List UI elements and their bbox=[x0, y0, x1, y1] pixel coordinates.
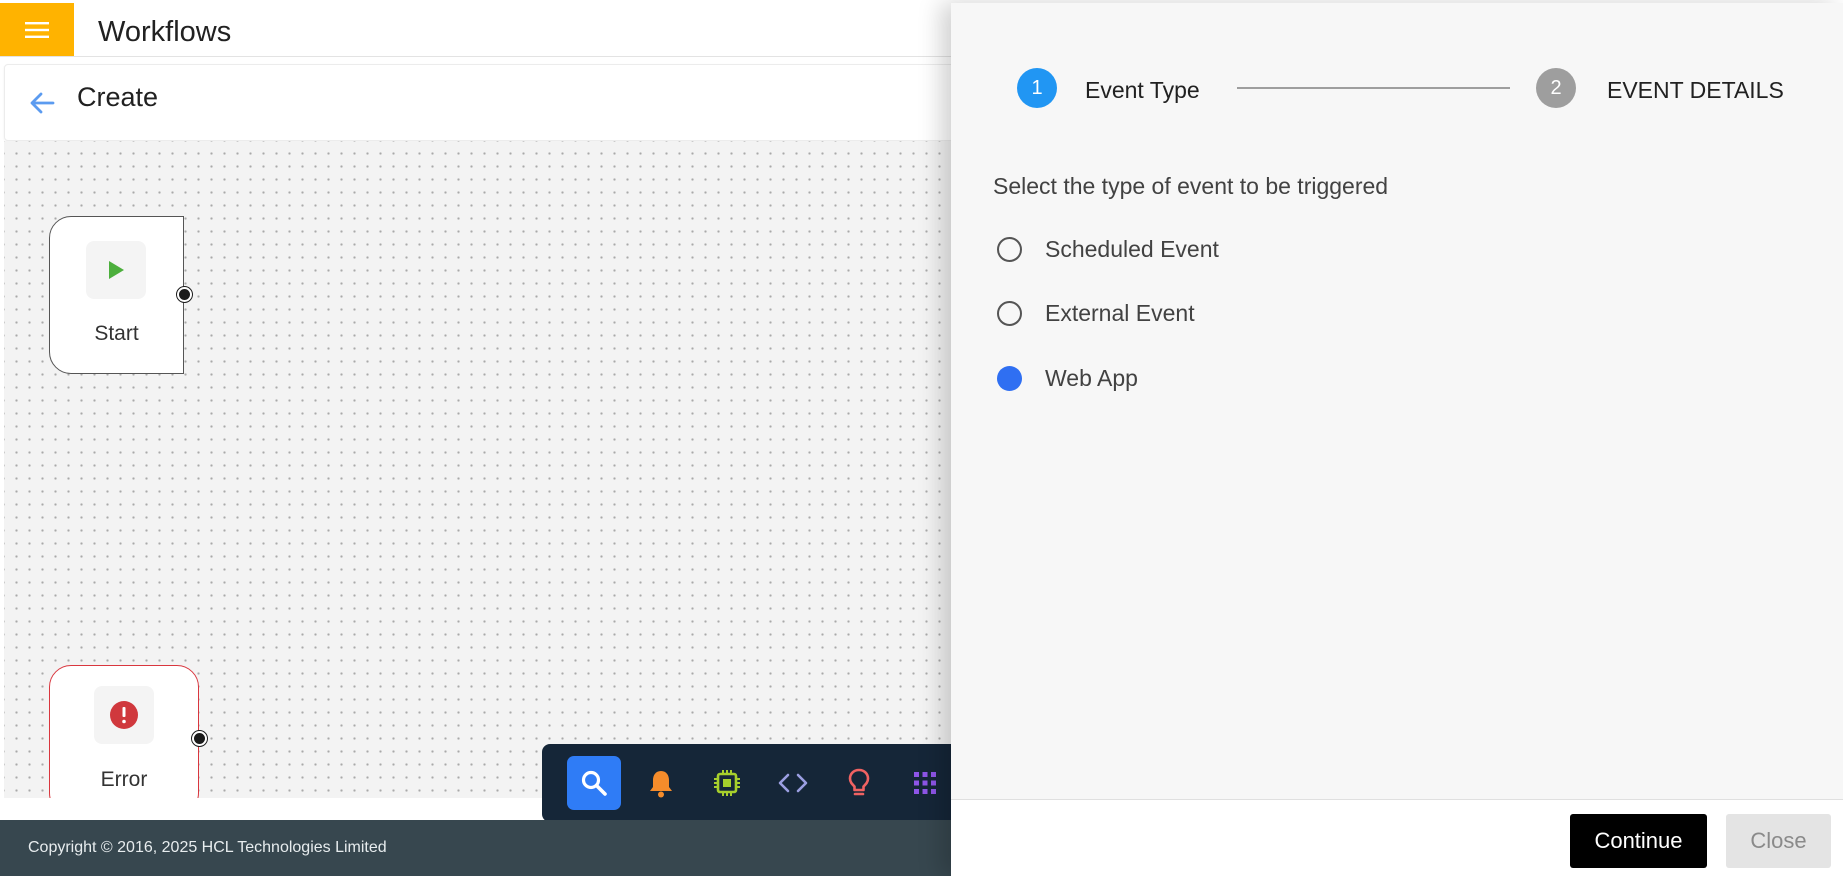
error-alert-icon bbox=[110, 701, 138, 729]
option-label: Web App bbox=[1045, 364, 1138, 391]
event-wizard-panel: 1 Event Type 2 EVENT DETAILS Select the … bbox=[951, 3, 1843, 876]
start-node-label: Start bbox=[94, 322, 139, 345]
panel-actions: Continue Close bbox=[951, 799, 1843, 876]
code-tool-button[interactable] bbox=[766, 756, 820, 810]
start-node[interactable]: Start bbox=[49, 216, 192, 374]
error-node[interactable]: Error bbox=[49, 665, 207, 798]
copyright-text: Copyright © 2016, 2025 HCL Technologies … bbox=[28, 839, 387, 856]
radio-button-checked[interactable] bbox=[997, 365, 1022, 391]
notifications-tool-button[interactable] bbox=[634, 756, 688, 810]
event-type-prompt: Select the type of event to be triggered bbox=[993, 173, 1389, 199]
step-1-label: Event Type bbox=[1085, 77, 1200, 103]
option-scheduled-event[interactable]: Scheduled Event bbox=[997, 232, 1219, 266]
search-tool-button[interactable] bbox=[567, 756, 621, 810]
radio-button[interactable] bbox=[997, 300, 1022, 326]
page-title: Create bbox=[77, 82, 159, 112]
apps-tool-button[interactable] bbox=[898, 756, 952, 810]
error-node-output-port[interactable] bbox=[192, 731, 207, 746]
play-icon bbox=[109, 261, 124, 279]
error-node-label: Error bbox=[100, 768, 148, 791]
integrations-tool-button[interactable] bbox=[700, 756, 754, 810]
menu-button[interactable] bbox=[0, 3, 74, 56]
ideas-tool-button[interactable] bbox=[832, 756, 886, 810]
hamburger-menu-icon bbox=[25, 21, 49, 38]
apps-grid-icon bbox=[914, 772, 936, 794]
code-icon bbox=[778, 773, 808, 793]
stepper-connector bbox=[1237, 87, 1510, 89]
start-node-output-port[interactable] bbox=[177, 287, 192, 302]
error-node-icon-box bbox=[94, 686, 154, 744]
back-button[interactable] bbox=[23, 85, 61, 121]
search-icon bbox=[581, 770, 607, 796]
continue-button[interactable]: Continue bbox=[1570, 814, 1707, 868]
option-label: External Event bbox=[1045, 299, 1195, 326]
arrow-left-icon bbox=[30, 92, 55, 114]
option-label: Scheduled Event bbox=[1045, 235, 1219, 262]
start-node-icon-box bbox=[86, 241, 146, 299]
app-title: Workflows bbox=[98, 16, 232, 48]
step-2-indicator: 2 bbox=[1536, 68, 1576, 108]
canvas-toolbar bbox=[542, 744, 962, 822]
lightbulb-icon bbox=[848, 768, 870, 796]
radio-button[interactable] bbox=[997, 236, 1022, 262]
option-external-event[interactable]: External Event bbox=[997, 296, 1195, 330]
step-2-label: EVENT DETAILS bbox=[1607, 77, 1784, 103]
step-1-indicator: 1 bbox=[1017, 68, 1057, 108]
chip-icon bbox=[714, 770, 740, 796]
bell-icon bbox=[650, 771, 672, 798]
option-web-app[interactable]: Web App bbox=[997, 361, 1138, 395]
close-button[interactable]: Close bbox=[1726, 814, 1831, 868]
